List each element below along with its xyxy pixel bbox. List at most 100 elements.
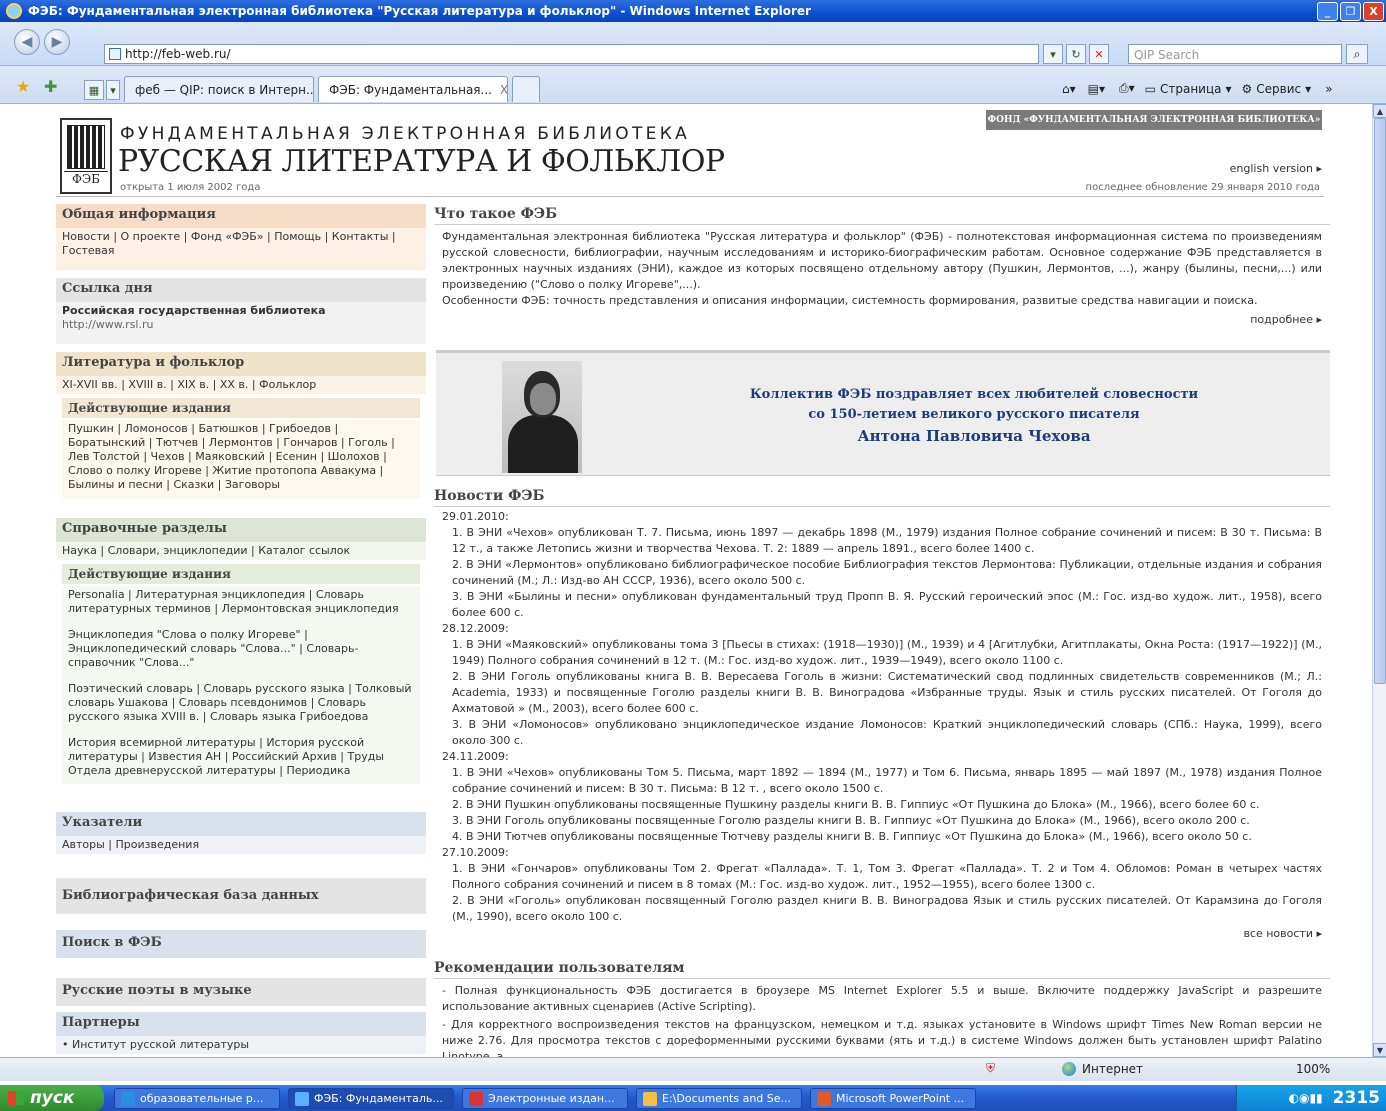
dropdown-icon[interactable]: ▾: [1043, 44, 1063, 64]
print-icon[interactable]: ⎙▾: [1119, 81, 1135, 96]
english-version-link[interactable]: english version ▸: [1230, 162, 1322, 175]
tab-qip-search[interactable]: феб — QIP: поиск в Интерн...: [124, 76, 314, 102]
toolbar-overflow[interactable]: »: [1325, 82, 1332, 96]
tab-bar: ★ ✚ ▦ ▾ феб — QIP: поиск в Интерн... ФЭБ…: [0, 66, 1386, 104]
bibliography-section[interactable]: Библиографическая база данных: [56, 878, 426, 914]
news-item[interactable]: 2. В ЭНИ «Лермонтов» опубликовано библио…: [442, 557, 1322, 589]
url-input[interactable]: http://feb-web.ru/: [104, 44, 1039, 64]
page-content: ФЭБ ФУНДАМЕНТАЛЬНАЯ ЭЛЕКТРОННАЯ БИБЛИОТЕ…: [0, 104, 1372, 1057]
taskbar-item[interactable]: образовательные р...: [114, 1088, 280, 1109]
literature-editions-links[interactable]: Пушкин | Ломоносов | Батюшков | Грибоедо…: [62, 420, 420, 498]
news-item[interactable]: 2. В ЭНИ Гоголь опубликованы книга В. В.…: [442, 669, 1322, 717]
maximize-button[interactable]: ❐: [1340, 2, 1361, 21]
url-text: http://feb-web.ru/: [125, 47, 231, 61]
search-section[interactable]: Поиск в ФЭБ: [56, 930, 426, 958]
tray-icons[interactable]: ◐◉▮▮: [1289, 1091, 1323, 1105]
news-item[interactable]: 1. В ЭНИ «Гончаров» опубликованы Том 2. …: [442, 861, 1322, 893]
news-date: 27.10.2009:: [442, 846, 509, 859]
news-item[interactable]: 1. В ЭНИ «Чехов» опубликован Т. 7. Письм…: [442, 525, 1322, 557]
search-input[interactable]: QIP Search: [1128, 44, 1342, 64]
reference-links[interactable]: Наука | Словари, энциклопедии | Каталог …: [56, 542, 426, 560]
page-menu[interactable]: Страница: [1160, 82, 1222, 96]
news-item[interactable]: 1. В ЭНИ «Маяковский» опубликованы тома …: [442, 637, 1322, 669]
logo-columns: [67, 125, 105, 169]
link-of-day-url[interactable]: http://www.rsl.ru: [62, 318, 420, 332]
scroll-thumb[interactable]: [1374, 118, 1386, 684]
globe-icon: [1062, 1062, 1076, 1076]
opened-date: открыта 1 июля 2002 года: [120, 182, 261, 193]
link-of-day-name[interactable]: Российская государственная библиотека: [62, 304, 420, 318]
search-icon[interactable]: ⌕: [1346, 44, 1368, 64]
partner-item[interactable]: • Институт русской литературы: [56, 1036, 426, 1054]
chekhov-banner[interactable]: Коллектив ФЭБ поздравляет всех любителей…: [436, 350, 1330, 476]
vertical-scrollbar[interactable]: ▲ ▼: [1372, 104, 1386, 1057]
ie-icon: [6, 3, 22, 19]
all-news-link[interactable]: все новости ▸: [434, 927, 1330, 940]
reference-group-4[interactable]: История всемирной литературы | История р…: [62, 730, 420, 784]
clock[interactable]: 2315: [1333, 1088, 1380, 1108]
recommendation-1: - Полная функциональность ФЭБ достигаетс…: [442, 984, 1322, 1013]
add-favorite-icon[interactable]: ✚: [44, 77, 57, 96]
back-button[interactable]: ◀: [14, 29, 40, 55]
what-is-text: Фундаментальная электронная библиотека "…: [442, 230, 1322, 291]
news-item[interactable]: 4. В ЭНИ Тютчев опубликованы посвященные…: [442, 829, 1322, 845]
reference-group-2[interactable]: Энциклопедия "Слова о полку Игореве" | Э…: [62, 622, 420, 676]
subsection-title: Действующие издания: [62, 564, 420, 584]
favorites-star-icon[interactable]: ★: [16, 77, 30, 96]
more-link[interactable]: подробнее ▸: [434, 313, 1330, 326]
security-icon[interactable]: ⛨: [986, 1061, 995, 1076]
stop-icon[interactable]: ✕: [1089, 44, 1109, 64]
security-zone[interactable]: Интернет: [1062, 1062, 1143, 1076]
new-tab-button[interactable]: [512, 76, 540, 102]
zoom-level[interactable]: 100%: [1296, 1062, 1330, 1076]
tab-feb[interactable]: ФЭБ: Фундаментальная... X: [318, 76, 508, 102]
site-title: РУССКАЯ ЛИТЕРАТУРА И ФОЛЬКЛОР: [118, 144, 725, 179]
news-item[interactable]: 2. В ЭНИ Пушкин опубликованы посвященные…: [442, 797, 1322, 813]
command-bar: ⌂▾ ▤▾ ⎙▾ ▭ Страница ▾ ⚙ Сервис ▾ »: [1062, 81, 1333, 96]
ie-icon: [295, 1091, 309, 1106]
general-links[interactable]: Новости | О проекте | Фонд «ФЭБ» | Помощ…: [56, 228, 426, 270]
status-bar: ⛨ Интернет 100%: [0, 1057, 1386, 1081]
literature-links[interactable]: XI-XVII вв. | XVIII в. | XIX в. | XX в. …: [56, 376, 426, 394]
fund-link[interactable]: ФОНД «ФУНДАМЕНТАЛЬНАЯ ЭЛЕКТРОННАЯ БИБЛИО…: [986, 110, 1322, 130]
feeds-icon[interactable]: ▤▾: [1088, 82, 1105, 96]
section-title: Общая информация: [56, 204, 426, 228]
home-icon[interactable]: ⌂▾: [1062, 82, 1076, 96]
minimize-button[interactable]: _: [1317, 2, 1338, 21]
page-menu-icon: ▭: [1144, 81, 1156, 96]
site-subtitle: ФУНДАМЕНТАЛЬНАЯ ЭЛЕКТРОННАЯ БИБЛИОТЕКА: [120, 124, 691, 144]
taskbar-item[interactable]: E:\Documents and Se...: [636, 1088, 802, 1109]
news-item[interactable]: 1. В ЭНИ «Чехов» опубликованы Том 5. Пис…: [442, 765, 1322, 797]
address-toolbar: ◀ ▶ http://feb-web.ru/ ▾ ↻ ✕ QIP Search …: [0, 22, 1386, 66]
news-item[interactable]: 3. В ЭНИ «Ломоносов» опубликовано энцикл…: [442, 717, 1322, 749]
reference-group-1[interactable]: Personalia | Литературная энциклопедия |…: [62, 586, 420, 622]
section-title: Поиск в ФЭБ: [56, 930, 426, 958]
news-item[interactable]: 3. В ЭНИ Гоголь опубликованы посвященные…: [442, 813, 1322, 829]
quick-tabs-icon[interactable]: ▦: [84, 80, 104, 100]
start-button[interactable]: пуск: [0, 1085, 104, 1111]
scroll-up-icon[interactable]: ▲: [1373, 104, 1386, 118]
close-button[interactable]: X: [1363, 2, 1384, 21]
taskbar-item[interactable]: Microsoft PowerPoint ...: [810, 1088, 976, 1109]
scroll-down-icon[interactable]: ▼: [1373, 1043, 1386, 1057]
last-updated: последнее обновление 29 января 2010 года: [1085, 182, 1320, 193]
reference-group-3[interactable]: Поэтический словарь | Словарь русского я…: [62, 676, 420, 730]
folder-icon: [643, 1091, 657, 1106]
site-logo[interactable]: ФЭБ: [60, 118, 112, 194]
tab-close-icon[interactable]: X: [500, 83, 507, 97]
tools-menu[interactable]: Сервис: [1256, 82, 1301, 96]
tab-list-icon[interactable]: ▾: [106, 80, 120, 100]
refresh-icon[interactable]: ↻: [1066, 44, 1086, 64]
header-divider: [56, 196, 1324, 197]
news-item[interactable]: 2. В ЭНИ «Гоголь» опубликован посвященны…: [442, 893, 1322, 925]
banner-line-1: Коллектив ФЭБ поздравляет всех любителей…: [749, 387, 1199, 402]
poets-music-section[interactable]: Русские поэты в музыке: [56, 978, 426, 1006]
subsection-title: Действующие издания: [62, 398, 420, 418]
indexes-links[interactable]: Авторы | Произведения: [56, 836, 426, 854]
taskbar-item[interactable]: ФЭБ: Фундаменталь...: [288, 1088, 454, 1109]
powerpoint-icon: [817, 1091, 831, 1106]
forward-button[interactable]: ▶: [44, 29, 70, 55]
recommendations-section: Рекомендации пользователям - Полная функ…: [434, 958, 1330, 1057]
news-item[interactable]: 3. В ЭНИ «Былины и песни» опубликован фу…: [442, 589, 1322, 621]
taskbar-item[interactable]: Электронные издан...: [462, 1088, 628, 1109]
